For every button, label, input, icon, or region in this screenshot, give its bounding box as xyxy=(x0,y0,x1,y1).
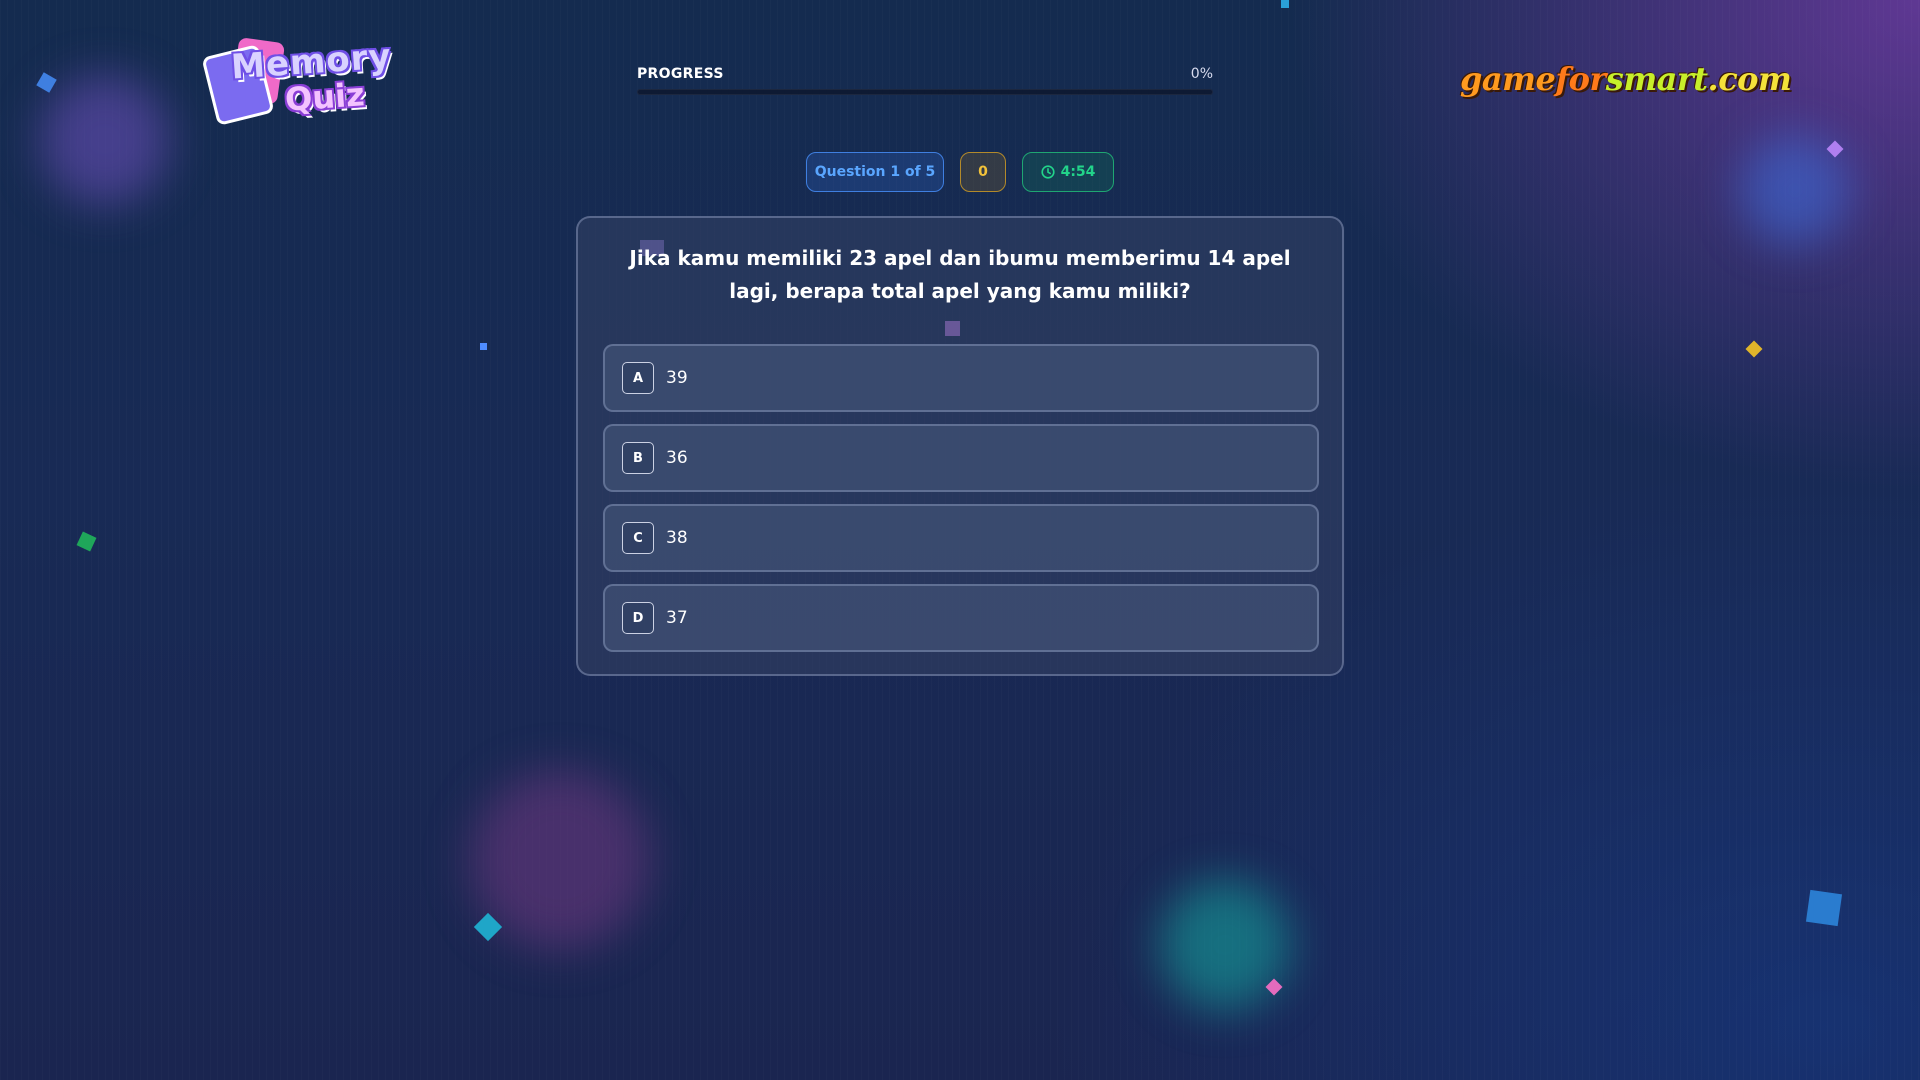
brand-part-smart: smart xyxy=(1605,60,1708,98)
option-key-badge: C xyxy=(622,522,654,554)
brand-part-com: .com xyxy=(1707,60,1792,98)
answer-option-c[interactable]: C 38 xyxy=(603,504,1319,572)
option-text: 37 xyxy=(666,608,688,628)
confetti-piece xyxy=(1281,0,1289,8)
clock-icon xyxy=(1040,165,1055,179)
logo-word-quiz: Quiz xyxy=(283,75,366,119)
option-text: 36 xyxy=(666,448,688,468)
background-glow xyxy=(1160,880,1290,1010)
brand-part-for: for xyxy=(1555,60,1606,98)
score-text: 0 xyxy=(978,164,988,180)
answer-option-a[interactable]: A 39 xyxy=(603,344,1319,412)
option-text: 38 xyxy=(666,528,688,548)
progress-percentage: 0% xyxy=(1190,66,1213,82)
confetti-piece xyxy=(1805,889,1843,927)
progress-label: PROGRESS xyxy=(637,66,724,82)
timer-badge: 4:54 xyxy=(1022,152,1114,192)
background-glow xyxy=(1740,135,1850,245)
question-counter-text: Question 1 of 5 xyxy=(814,164,936,180)
confetti-piece xyxy=(36,72,57,93)
question-card: Jika kamu memiliki 23 apel dan ibumu mem… xyxy=(576,216,1344,676)
confetti-piece xyxy=(473,912,503,942)
confetti-piece xyxy=(1745,340,1763,358)
confetti-piece xyxy=(1826,140,1844,158)
answer-option-d[interactable]: D 37 xyxy=(603,584,1319,652)
question-counter-badge: Question 1 of 5 xyxy=(806,152,944,192)
option-text: 39 xyxy=(666,368,688,388)
memory-quiz-logo: Memory Quiz xyxy=(201,36,393,126)
question-text: Jika kamu memiliki 23 apel dan ibumu mem… xyxy=(629,246,1291,303)
option-key-badge: B xyxy=(622,442,654,474)
gameforsmart-logo[interactable]: gameforsmart.com xyxy=(1460,60,1792,98)
progress-bar xyxy=(637,89,1213,95)
answer-option-b[interactable]: B 36 xyxy=(603,424,1319,492)
confetti-piece xyxy=(480,343,487,350)
option-key-badge: D xyxy=(622,602,654,634)
option-key-badge: A xyxy=(622,362,654,394)
brand-part-game: game xyxy=(1460,60,1556,98)
timer-text: 4:54 xyxy=(1060,164,1096,180)
background-glow xyxy=(40,75,170,205)
score-badge: 0 xyxy=(960,152,1006,192)
confetti-piece xyxy=(76,531,97,552)
confetti-piece xyxy=(1265,978,1283,996)
background-glow xyxy=(470,770,650,950)
